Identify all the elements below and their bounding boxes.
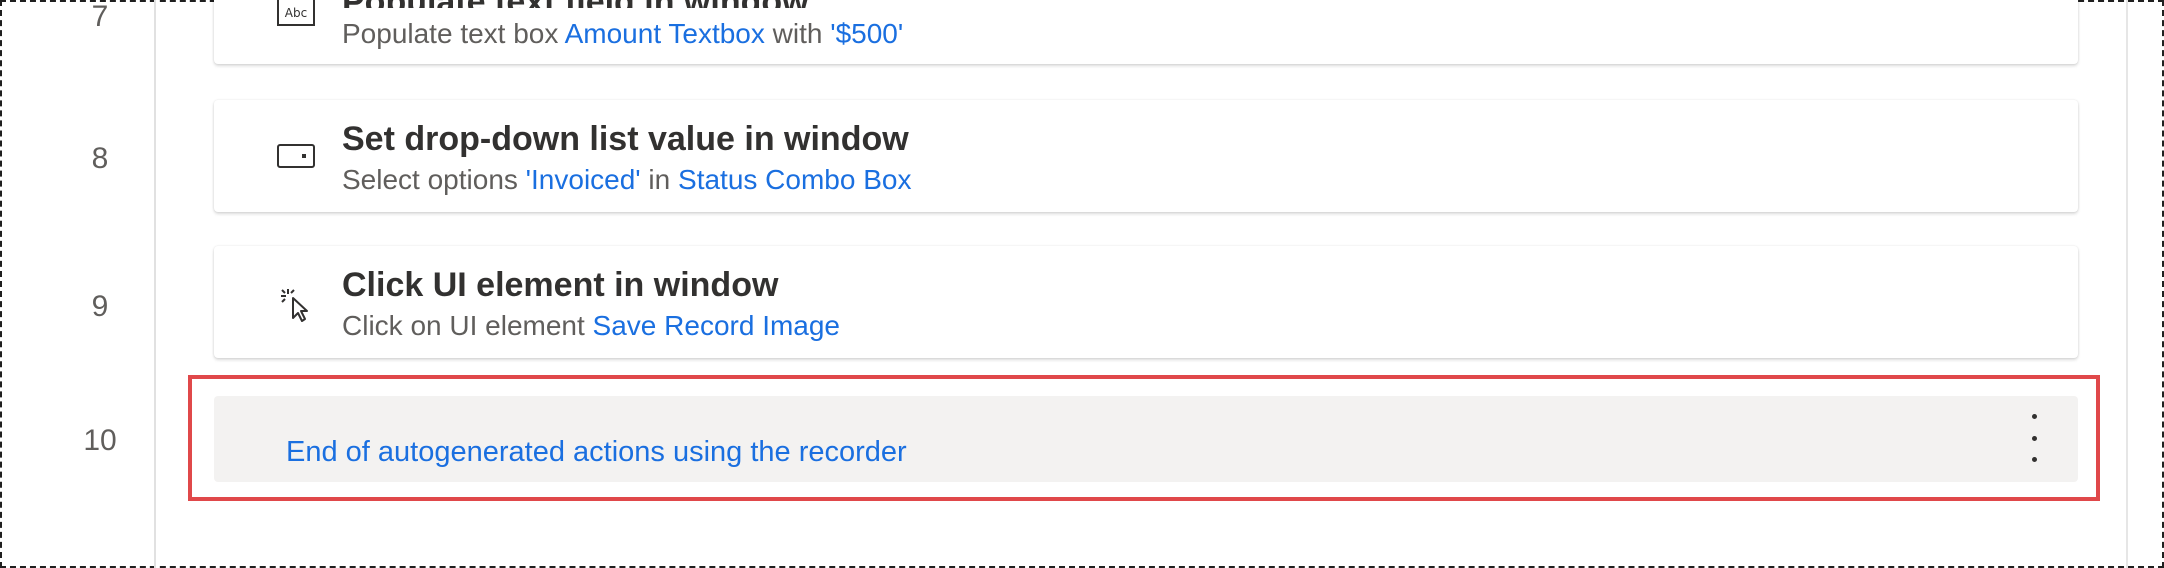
comment-text: End of autogenerated actions using the r…	[286, 436, 907, 468]
desc-text: Populate text box	[342, 18, 565, 49]
line-number-8: 8	[91, 142, 109, 175]
action-title: Populate text field in window	[342, 0, 809, 8]
more-vertical-icon[interactable]	[2024, 414, 2044, 462]
desc-text: Select options	[342, 164, 526, 195]
action-title: Set drop-down list value in window	[342, 120, 909, 158]
comment-card[interactable]: End of autogenerated actions using the r…	[214, 396, 2078, 482]
action-card-set-dropdown[interactable]: Set drop-down list value in window Selec…	[214, 100, 2078, 212]
ui-element-token[interactable]: Status Combo Box	[678, 164, 911, 195]
action-card-click-ui-element[interactable]: Click UI element in window Click on UI e…	[214, 246, 2078, 358]
action-description: Select options 'Invoiced' in Status Comb…	[342, 164, 911, 196]
dot	[2031, 414, 2037, 419]
variable-token[interactable]: Amount Textbox	[565, 18, 765, 49]
action-description: Click on UI element Save Record Image	[342, 310, 840, 342]
vertical-scrollbar[interactable]	[2126, 0, 2128, 568]
dropdown-icon	[274, 134, 318, 178]
dot	[2031, 457, 2037, 462]
value-token[interactable]: '$500'	[830, 18, 903, 49]
click-cursor-icon	[274, 282, 318, 326]
ui-element-token[interactable]: Save Record Image	[593, 310, 840, 341]
line-number-7: 7	[91, 0, 109, 33]
line-number-gutter	[0, 0, 156, 568]
desc-text: in	[640, 164, 679, 195]
dot	[2031, 435, 2037, 441]
action-card-populate-text[interactable]: Abc Populate text field in window Popula…	[214, 0, 2078, 64]
textbox-icon: Abc	[274, 0, 318, 34]
line-number-10: 10	[83, 424, 117, 457]
desc-text: Click on UI element	[342, 310, 593, 341]
svg-text:Abc: Abc	[285, 6, 307, 20]
line-number-9: 9	[91, 290, 109, 323]
desc-text: with	[764, 18, 831, 49]
action-title: Click UI element in window	[342, 266, 779, 304]
value-token[interactable]: 'Invoiced'	[526, 164, 641, 195]
action-description: Populate text box Amount Textbox with '$…	[342, 18, 903, 50]
